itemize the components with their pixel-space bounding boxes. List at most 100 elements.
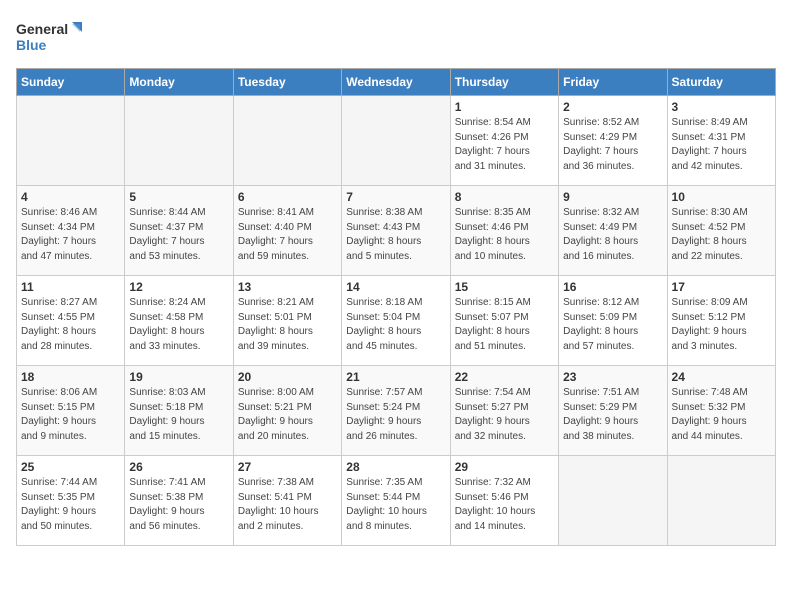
weekday-header-saturday: Saturday bbox=[667, 69, 775, 96]
weekday-header-friday: Friday bbox=[559, 69, 667, 96]
calendar-cell: 23 Sunrise: 7:51 AM Sunset: 5:29 PM Dayli… bbox=[559, 366, 667, 456]
day-info: Sunrise: 7:35 AM Sunset: 5:44 PM Dayligh… bbox=[346, 476, 445, 534]
day-number: 7 bbox=[346, 190, 445, 204]
day-number: 24 bbox=[672, 370, 771, 384]
day-info: Sunrise: 8:35 AM Sunset: 4:46 PM Dayligh… bbox=[455, 206, 554, 264]
svg-text:Blue: Blue bbox=[16, 37, 47, 53]
calendar-cell bbox=[559, 456, 667, 546]
header: General Blue bbox=[16, 16, 776, 60]
calendar-cell: 16Sunrise: 8:12 AM Sunset: 5:09 PM Dayli… bbox=[559, 276, 667, 366]
day-info: Sunrise: 8:18 AM Sunset: 5:04 PM Dayligh… bbox=[346, 296, 445, 354]
calendar-cell: 10 Sunrise: 8:30 AM Sunset: 4:52 PM Dayli… bbox=[667, 186, 775, 276]
day-number: 28 bbox=[346, 460, 445, 474]
day-info: Sunrise: 8:00 AM Sunset: 5:21 PM Dayligh… bbox=[238, 386, 337, 444]
calendar-cell: 12Sunrise: 8:24 AM Sunset: 4:58 PM Dayli… bbox=[125, 276, 233, 366]
calendar-cell: 24 Sunrise: 7:48 AM Sunset: 5:32 PM Dayli… bbox=[667, 366, 775, 456]
day-number: 29 bbox=[455, 460, 554, 474]
calendar-cell: 13 Sunrise: 8:21 AM Sunset: 5:01 PM Dayli… bbox=[233, 276, 341, 366]
day-number: 1 bbox=[455, 100, 554, 114]
day-number: 6 bbox=[238, 190, 337, 204]
day-number: 14 bbox=[346, 280, 445, 294]
day-number: 11 bbox=[21, 280, 120, 294]
weekday-header-thursday: Thursday bbox=[450, 69, 558, 96]
day-info: Sunrise: 8:38 AM Sunset: 4:43 PM Dayligh… bbox=[346, 206, 445, 264]
calendar-cell: 20 Sunrise: 8:00 AM Sunset: 5:21 PM Dayli… bbox=[233, 366, 341, 456]
day-info: Sunrise: 8:46 AM Sunset: 4:34 PM Dayligh… bbox=[21, 206, 120, 264]
day-info: Sunrise: 7:57 AM Sunset: 5:24 PM Dayligh… bbox=[346, 386, 445, 444]
calendar-cell: 22Sunrise: 7:54 AM Sunset: 5:27 PM Dayli… bbox=[450, 366, 558, 456]
calendar-cell: 3 Sunrise: 8:49 AM Sunset: 4:31 PM Daylig… bbox=[667, 96, 775, 186]
day-info: Sunrise: 8:06 AM Sunset: 5:15 PM Dayligh… bbox=[21, 386, 120, 444]
day-info: Sunrise: 8:41 AM Sunset: 4:40 PM Dayligh… bbox=[238, 206, 337, 264]
calendar-cell: 11 Sunrise: 8:27 AM Sunset: 4:55 PM Dayli… bbox=[17, 276, 125, 366]
calendar-cell: 17 Sunrise: 8:09 AM Sunset: 5:12 PM Dayli… bbox=[667, 276, 775, 366]
calendar-cell: 1 Sunrise: 8:54 AM Sunset: 4:26 PM Daylig… bbox=[450, 96, 558, 186]
day-info: Sunrise: 8:32 AM Sunset: 4:49 PM Dayligh… bbox=[563, 206, 662, 264]
day-info: Sunrise: 8:09 AM Sunset: 5:12 PM Dayligh… bbox=[672, 296, 771, 354]
calendar-cell: 6 Sunrise: 8:41 AM Sunset: 4:40 PM Daylig… bbox=[233, 186, 341, 276]
day-number: 8 bbox=[455, 190, 554, 204]
weekday-header-monday: Monday bbox=[125, 69, 233, 96]
calendar-cell: 4 Sunrise: 8:46 AM Sunset: 4:34 PM Daylig… bbox=[17, 186, 125, 276]
day-number: 3 bbox=[672, 100, 771, 114]
calendar-cell bbox=[342, 96, 450, 186]
weekday-header-tuesday: Tuesday bbox=[233, 69, 341, 96]
day-info: Sunrise: 7:32 AM Sunset: 5:46 PM Dayligh… bbox=[455, 476, 554, 534]
calendar-cell bbox=[17, 96, 125, 186]
calendar-cell bbox=[667, 456, 775, 546]
day-info: Sunrise: 8:30 AM Sunset: 4:52 PM Dayligh… bbox=[672, 206, 771, 264]
day-number: 20 bbox=[238, 370, 337, 384]
calendar-cell: 19 Sunrise: 8:03 AM Sunset: 5:18 PM Dayli… bbox=[125, 366, 233, 456]
day-info: Sunrise: 7:54 AM Sunset: 5:27 PM Dayligh… bbox=[455, 386, 554, 444]
day-info: Sunrise: 8:52 AM Sunset: 4:29 PM Dayligh… bbox=[563, 116, 662, 174]
calendar-cell: 9 Sunrise: 8:32 AM Sunset: 4:49 PM Daylig… bbox=[559, 186, 667, 276]
calendar-cell bbox=[233, 96, 341, 186]
calendar-cell: 27 Sunrise: 7:38 AM Sunset: 5:41 PM Dayli… bbox=[233, 456, 341, 546]
weekday-header-wednesday: Wednesday bbox=[342, 69, 450, 96]
weekday-header-sunday: Sunday bbox=[17, 69, 125, 96]
day-number: 19 bbox=[129, 370, 228, 384]
calendar-cell: 7 Sunrise: 8:38 AM Sunset: 4:43 PM Daylig… bbox=[342, 186, 450, 276]
calendar-cell: 15 Sunrise: 8:15 AM Sunset: 5:07 PM Dayli… bbox=[450, 276, 558, 366]
day-info: Sunrise: 8:49 AM Sunset: 4:31 PM Dayligh… bbox=[672, 116, 771, 174]
calendar-cell: 5 Sunrise: 8:44 AM Sunset: 4:37 PM Daylig… bbox=[125, 186, 233, 276]
day-info: Sunrise: 7:44 AM Sunset: 5:35 PM Dayligh… bbox=[21, 476, 120, 534]
calendar-cell: 18 Sunrise: 8:06 AM Sunset: 5:15 PM Dayli… bbox=[17, 366, 125, 456]
day-number: 5 bbox=[129, 190, 228, 204]
day-number: 27 bbox=[238, 460, 337, 474]
day-info: Sunrise: 7:38 AM Sunset: 5:41 PM Dayligh… bbox=[238, 476, 337, 534]
day-number: 26 bbox=[129, 460, 228, 474]
day-number: 4 bbox=[21, 190, 120, 204]
day-number: 12 bbox=[129, 280, 228, 294]
day-info: Sunrise: 8:21 AM Sunset: 5:01 PM Dayligh… bbox=[238, 296, 337, 354]
day-info: Sunrise: 8:27 AM Sunset: 4:55 PM Dayligh… bbox=[21, 296, 120, 354]
day-number: 17 bbox=[672, 280, 771, 294]
day-number: 13 bbox=[238, 280, 337, 294]
day-number: 9 bbox=[563, 190, 662, 204]
day-info: Sunrise: 8:15 AM Sunset: 5:07 PM Dayligh… bbox=[455, 296, 554, 354]
day-info: Sunrise: 7:51 AM Sunset: 5:29 PM Dayligh… bbox=[563, 386, 662, 444]
calendar-table: SundayMondayTuesdayWednesdayThursdayFrid… bbox=[16, 68, 776, 546]
svg-text:General: General bbox=[16, 21, 68, 37]
day-info: Sunrise: 8:54 AM Sunset: 4:26 PM Dayligh… bbox=[455, 116, 554, 174]
day-number: 21 bbox=[346, 370, 445, 384]
calendar-cell: 28 Sunrise: 7:35 AM Sunset: 5:44 PM Dayli… bbox=[342, 456, 450, 546]
day-number: 2 bbox=[563, 100, 662, 114]
day-info: Sunrise: 7:48 AM Sunset: 5:32 PM Dayligh… bbox=[672, 386, 771, 444]
day-number: 15 bbox=[455, 280, 554, 294]
day-info: Sunrise: 8:44 AM Sunset: 4:37 PM Dayligh… bbox=[129, 206, 228, 264]
calendar-cell bbox=[125, 96, 233, 186]
day-number: 16 bbox=[563, 280, 662, 294]
day-number: 18 bbox=[21, 370, 120, 384]
calendar-cell: 2 Sunrise: 8:52 AM Sunset: 4:29 PM Daylig… bbox=[559, 96, 667, 186]
day-number: 25 bbox=[21, 460, 120, 474]
calendar-cell: 14 Sunrise: 8:18 AM Sunset: 5:04 PM Dayli… bbox=[342, 276, 450, 366]
day-number: 23 bbox=[563, 370, 662, 384]
calendar-cell: 25 Sunrise: 7:44 AM Sunset: 5:35 PM Dayli… bbox=[17, 456, 125, 546]
day-info: Sunrise: 7:41 AM Sunset: 5:38 PM Dayligh… bbox=[129, 476, 228, 534]
logo-svg: General Blue bbox=[16, 16, 86, 60]
calendar-cell: 8 Sunrise: 8:35 AM Sunset: 4:46 PM Daylig… bbox=[450, 186, 558, 276]
calendar-cell: 26 Sunrise: 7:41 AM Sunset: 5:38 PM Dayli… bbox=[125, 456, 233, 546]
day-info: Sunrise: 8:03 AM Sunset: 5:18 PM Dayligh… bbox=[129, 386, 228, 444]
day-number: 10 bbox=[672, 190, 771, 204]
